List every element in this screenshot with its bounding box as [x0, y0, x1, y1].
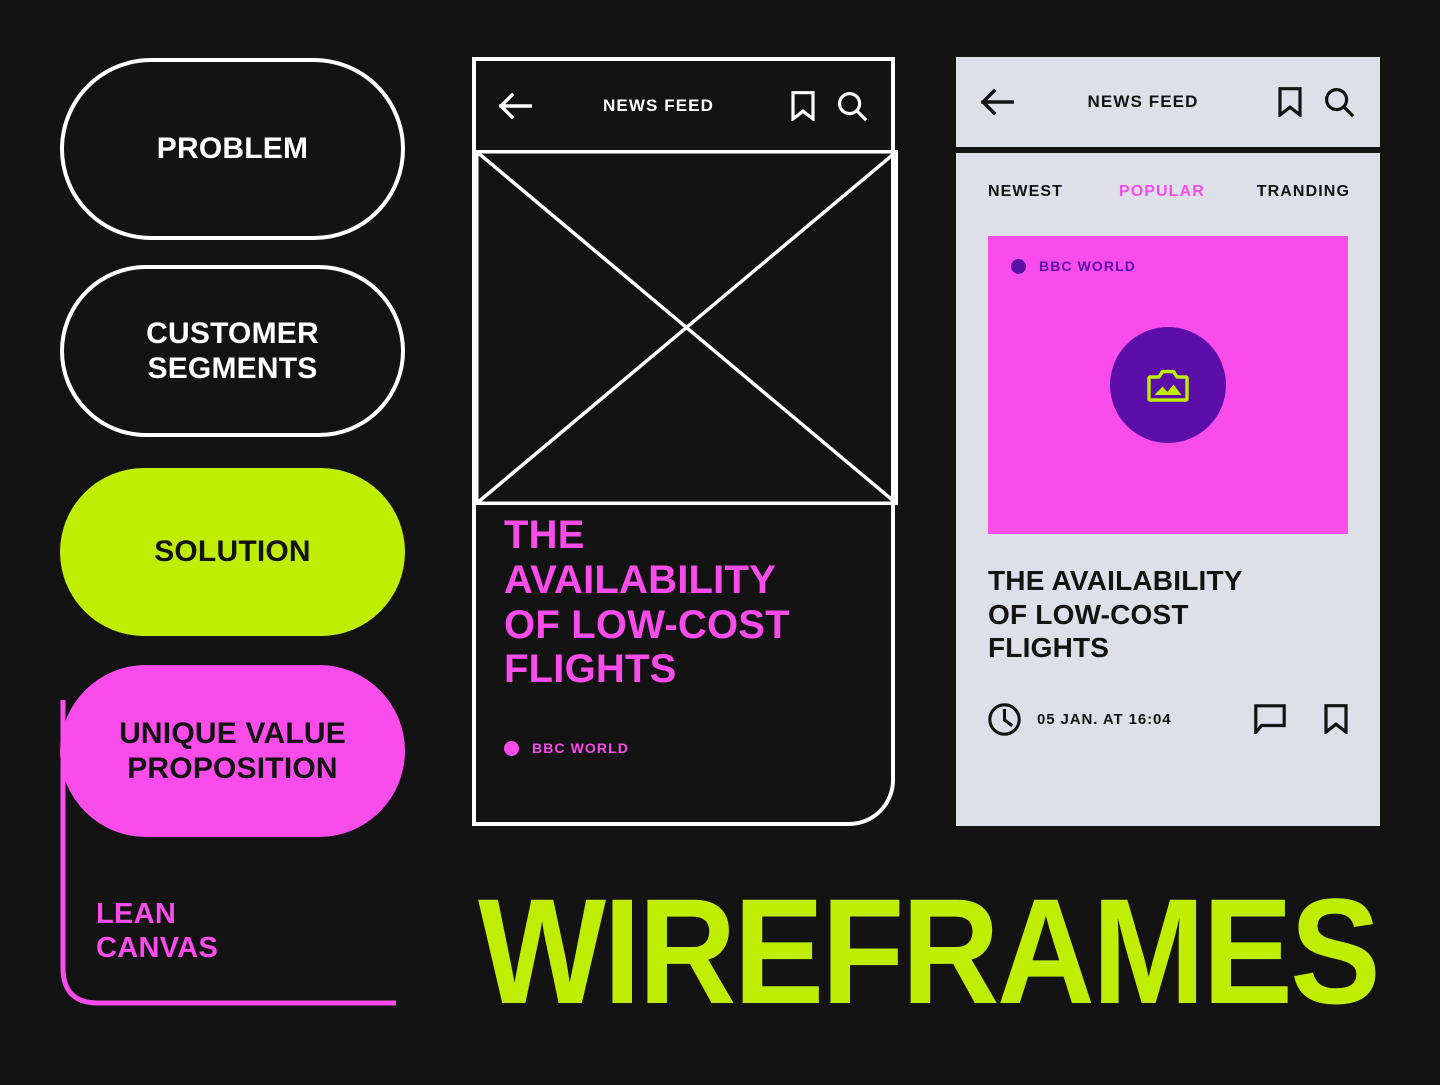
- news-card-timestamp-label: 05 JAN. AT 16:04: [1037, 710, 1172, 728]
- lean-canvas-block-customer-segments[interactable]: CUSTOMER SEGMENTS: [60, 265, 405, 437]
- image-icon: [1147, 369, 1189, 402]
- tab-tranding[interactable]: TRANDING: [1257, 183, 1350, 201]
- lean-canvas-block-problem[interactable]: PROBLEM: [60, 58, 405, 240]
- comment-button[interactable]: [1254, 704, 1286, 735]
- source-dot-icon: [504, 740, 519, 756]
- bookmark-button[interactable]: [1278, 87, 1302, 117]
- lean-canvas-block-solution[interactable]: SOLUTION: [60, 468, 405, 636]
- wireframes-wordmark-text: WIREFRAMES: [478, 869, 1381, 1036]
- tab-popular[interactable]: POPULAR: [1067, 183, 1257, 201]
- app-header-title: NEWS FEED: [1087, 92, 1199, 111]
- lean-canvas-column: PROBLEM CUSTOMER SEGMENTS SOLUTION UNIQU…: [0, 0, 460, 1085]
- bookmark-button[interactable]: [1324, 704, 1348, 735]
- news-card[interactable]: BBC WORLD THE AVAILABILITY OF LOW-COST F…: [988, 236, 1348, 736]
- lean-canvas-block-label: SOLUTION: [154, 535, 311, 569]
- search-icon: [838, 91, 867, 121]
- wireframe-screen-light: NEWS FEED NEWEST POPULAR TRANDING BBC WO…: [956, 57, 1380, 826]
- app-header-light: NEWS FEED: [956, 57, 1380, 153]
- news-card-source-label: BBC WORLD: [1039, 258, 1136, 274]
- tab-newest[interactable]: NEWEST: [988, 183, 1063, 201]
- image-placeholder: [475, 150, 898, 505]
- lean-canvas-title: LEAN CANVAS: [96, 898, 219, 964]
- search-icon: [1325, 88, 1354, 117]
- news-card-media: BBC WORLD: [988, 236, 1348, 534]
- source-dot-icon: [1011, 258, 1026, 274]
- article-source: BBC WORLD: [504, 740, 863, 756]
- news-card-title: THE AVAILABILITY OF LOW-COST FLIGHTS: [988, 565, 1243, 664]
- wireframes-wordmark: WIREFRAMES: [472, 869, 1384, 1036]
- wireframe-screen-dark: NEWS FEED THE AVAILABILITY OF LOW-COST F…: [472, 57, 898, 826]
- article-source-label: BBC WORLD: [532, 740, 629, 757]
- comment-icon: [1254, 704, 1286, 735]
- news-card-timestamp: 05 JAN. AT 16:04: [988, 703, 1254, 736]
- svg-text:WIREFRAMES: WIREFRAMES: [478, 880, 1378, 1020]
- search-button[interactable]: [1324, 87, 1354, 117]
- bookmark-icon: [1278, 87, 1302, 117]
- bookmark-icon: [791, 90, 815, 121]
- article-headline: THE AVAILABILITY OF LOW-COST FLIGHTS: [504, 513, 790, 692]
- clock-icon: [988, 703, 1021, 736]
- lean-canvas-block-label: PROBLEM: [156, 132, 309, 166]
- bookmark-button[interactable]: [791, 90, 815, 121]
- search-button[interactable]: [837, 91, 867, 121]
- news-card-source: BBC WORLD: [1011, 258, 1136, 274]
- article-preview-dark: THE AVAILABILITY OF LOW-COST FLIGHTS BBC…: [476, 513, 891, 756]
- bookmark-icon: [1324, 704, 1348, 735]
- news-card-actions: [1254, 704, 1348, 735]
- lean-canvas-block-label: CUSTOMER SEGMENTS: [146, 316, 319, 385]
- lean-canvas-block-unique-value-proposition[interactable]: UNIQUE VALUE PROPOSITION: [60, 665, 405, 837]
- feed-filter-tabs: NEWEST POPULAR TRANDING: [956, 153, 1380, 201]
- app-header-dark: NEWS FEED: [476, 61, 891, 150]
- lean-canvas-block-label: UNIQUE VALUE PROPOSITION: [119, 716, 346, 785]
- app-header-title: NEWS FEED: [603, 95, 714, 115]
- news-card-meta: 05 JAN. AT 16:04: [988, 703, 1348, 736]
- news-card-thumbnail: [1110, 327, 1226, 443]
